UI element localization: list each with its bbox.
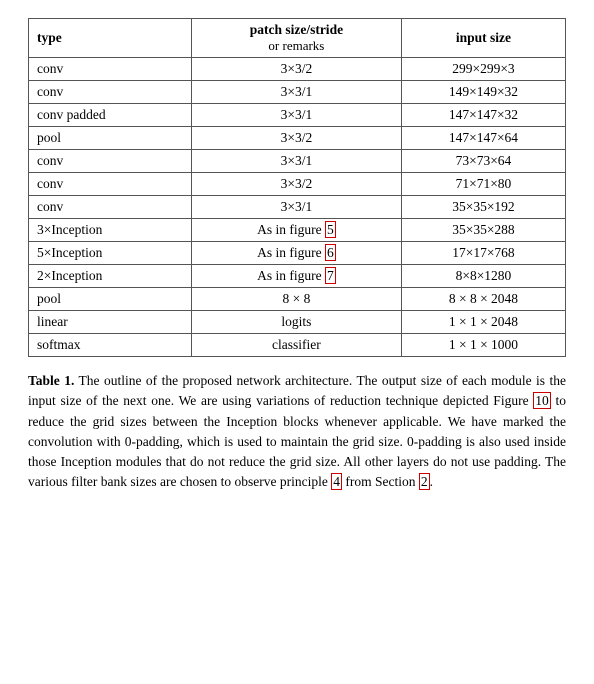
caption-link3: 2 bbox=[419, 473, 430, 490]
table-row: 2×InceptionAs in figure 78×8×1280 bbox=[29, 265, 566, 288]
cell-patch: As in figure 6 bbox=[191, 242, 401, 265]
cell-patch: 3×3/1 bbox=[191, 150, 401, 173]
figure-link: 7 bbox=[325, 267, 336, 284]
architecture-table: type patch size/stride or remarks input … bbox=[28, 18, 566, 357]
cell-patch: 3×3/1 bbox=[191, 196, 401, 219]
table-row: pool3×3/2147×147×64 bbox=[29, 127, 566, 150]
table-row: conv3×3/2299×299×3 bbox=[29, 58, 566, 81]
remarks-header-text: or remarks bbox=[268, 38, 324, 53]
patch-header-text: patch size/stride bbox=[250, 22, 343, 37]
table-row: softmaxclassifier1 × 1 × 1000 bbox=[29, 334, 566, 357]
cell-type: conv bbox=[29, 196, 192, 219]
cell-patch: 3×3/2 bbox=[191, 127, 401, 150]
cell-input: 17×17×768 bbox=[401, 242, 565, 265]
table-row: 3×InceptionAs in figure 535×35×288 bbox=[29, 219, 566, 242]
caption-text3: from Section bbox=[342, 474, 419, 489]
table-row: linearlogits1 × 1 × 2048 bbox=[29, 311, 566, 334]
cell-input: 71×71×80 bbox=[401, 173, 565, 196]
cell-patch: 3×3/2 bbox=[191, 173, 401, 196]
cell-patch: 8 × 8 bbox=[191, 288, 401, 311]
cell-type: conv padded bbox=[29, 104, 192, 127]
cell-type: pool bbox=[29, 288, 192, 311]
cell-input: 73×73×64 bbox=[401, 150, 565, 173]
table-row: conv3×3/1149×149×32 bbox=[29, 81, 566, 104]
cell-type: 2×Inception bbox=[29, 265, 192, 288]
caption-text1: The outline of the proposed network arch… bbox=[28, 373, 566, 408]
cell-input: 147×147×32 bbox=[401, 104, 565, 127]
cell-patch: As in figure 7 bbox=[191, 265, 401, 288]
cell-patch: As in figure 5 bbox=[191, 219, 401, 242]
cell-type: pool bbox=[29, 127, 192, 150]
cell-patch: 3×3/1 bbox=[191, 104, 401, 127]
table-row: conv padded3×3/1147×147×32 bbox=[29, 104, 566, 127]
cell-type: conv bbox=[29, 58, 192, 81]
col-header-type: type bbox=[29, 19, 192, 58]
cell-input: 1 × 1 × 1000 bbox=[401, 334, 565, 357]
caption-label: Table 1. bbox=[28, 373, 74, 388]
table-row: 5×InceptionAs in figure 617×17×768 bbox=[29, 242, 566, 265]
cell-patch: logits bbox=[191, 311, 401, 334]
col-header-patch: patch size/stride or remarks bbox=[191, 19, 401, 58]
cell-patch: 3×3/1 bbox=[191, 81, 401, 104]
cell-patch: 3×3/2 bbox=[191, 58, 401, 81]
cell-type: 5×Inception bbox=[29, 242, 192, 265]
caption-link2: 4 bbox=[331, 473, 342, 490]
table-row: pool8 × 88 × 8 × 2048 bbox=[29, 288, 566, 311]
cell-input: 35×35×288 bbox=[401, 219, 565, 242]
cell-input: 1 × 1 × 2048 bbox=[401, 311, 565, 334]
table-row: conv3×3/135×35×192 bbox=[29, 196, 566, 219]
cell-input: 149×149×32 bbox=[401, 81, 565, 104]
cell-type: conv bbox=[29, 173, 192, 196]
caption-link1: 10 bbox=[533, 392, 551, 409]
cell-type: softmax bbox=[29, 334, 192, 357]
cell-type: 3×Inception bbox=[29, 219, 192, 242]
cell-input: 299×299×3 bbox=[401, 58, 565, 81]
cell-type: conv bbox=[29, 150, 192, 173]
cell-input: 35×35×192 bbox=[401, 196, 565, 219]
caption-text4: . bbox=[430, 474, 433, 489]
col-header-input: input size bbox=[401, 19, 565, 58]
cell-input: 8 × 8 × 2048 bbox=[401, 288, 565, 311]
cell-type: linear bbox=[29, 311, 192, 334]
figure-link: 5 bbox=[325, 221, 336, 238]
cell-patch: classifier bbox=[191, 334, 401, 357]
figure-link: 6 bbox=[325, 244, 336, 261]
cell-type: conv bbox=[29, 81, 192, 104]
table-caption: Table 1. The outline of the proposed net… bbox=[28, 371, 566, 493]
table-row: conv3×3/173×73×64 bbox=[29, 150, 566, 173]
cell-input: 8×8×1280 bbox=[401, 265, 565, 288]
cell-input: 147×147×64 bbox=[401, 127, 565, 150]
table-row: conv3×3/271×71×80 bbox=[29, 173, 566, 196]
